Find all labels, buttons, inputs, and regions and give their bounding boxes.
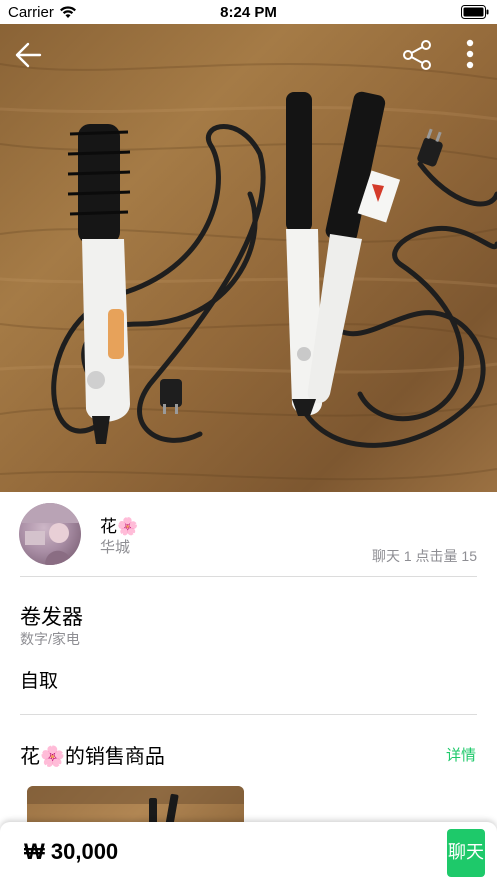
item-price: ₩ 30,000 [24, 839, 119, 864]
more-vertical-icon[interactable] [458, 36, 482, 72]
item-description: 自取 [20, 671, 59, 692]
status-bar: Carrier 8:24 PM [0, 0, 497, 24]
share-icon[interactable] [400, 38, 434, 72]
back-arrow-icon[interactable] [12, 38, 46, 72]
item-title: 卷发器 [20, 606, 83, 629]
battery-icon [461, 5, 489, 19]
item-category: 数字/家电 [20, 631, 80, 647]
seller-items-detail-link[interactable]: 详情 [446, 744, 476, 765]
divider [20, 576, 477, 577]
seller-info[interactable]: 花🌸 华城 聊天 1 点击量 15 [0, 492, 497, 576]
divider [20, 714, 477, 715]
item-stats: 聊天 1 点击量 15 [371, 548, 477, 564]
seller-name[interactable]: 花🌸 [100, 512, 138, 537]
seller-location: 华城 [100, 539, 131, 556]
chat-button[interactable]: 聊天 [447, 829, 485, 877]
seller-items-title: 花🌸的销售商品 [20, 746, 165, 768]
seller-avatar[interactable] [19, 503, 81, 565]
product-image [0, 63, 497, 481]
bottom-action-bar: ₩ 30,000 聊天 [0, 822, 497, 883]
status-time: 8:24 PM [220, 4, 277, 21]
product-photo[interactable] [0, 24, 497, 492]
